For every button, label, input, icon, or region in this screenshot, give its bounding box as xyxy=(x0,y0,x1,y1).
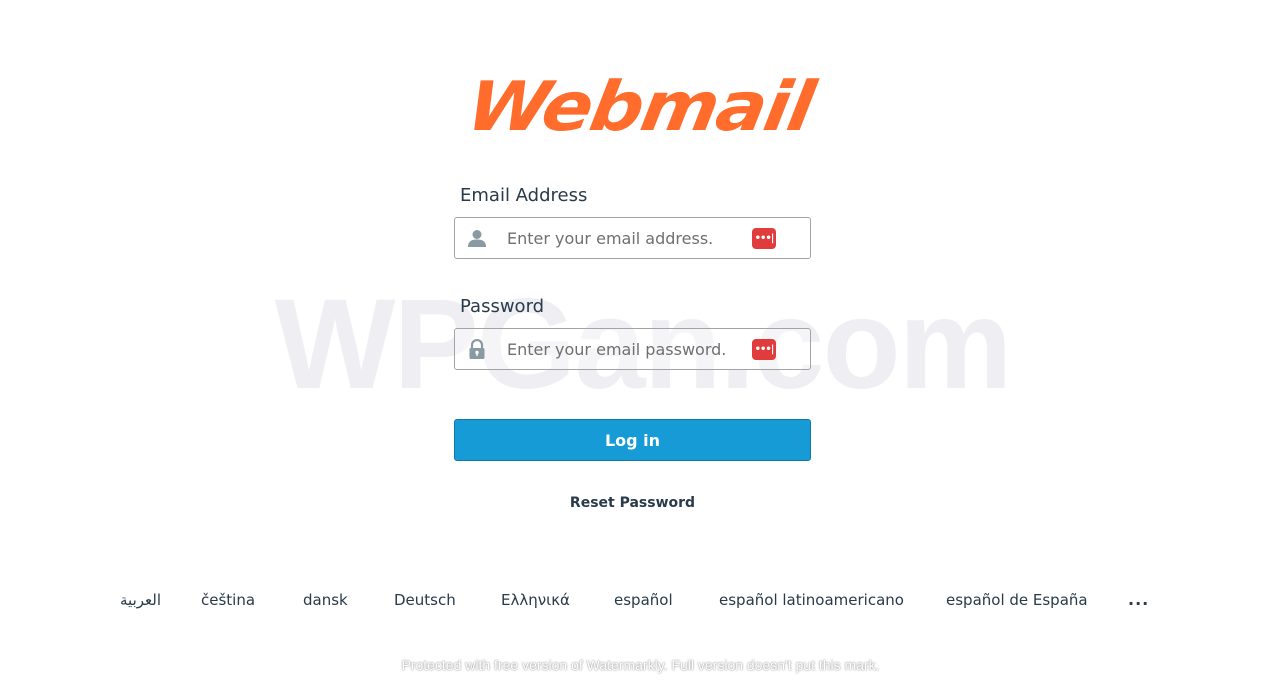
logo-text: Webmail xyxy=(461,67,819,147)
watermark-notice: Protected with free version of Watermark… xyxy=(401,657,880,673)
user-icon xyxy=(468,230,486,247)
login-button[interactable]: Log in xyxy=(454,419,811,461)
locale-item-cs[interactable]: čeština xyxy=(201,588,255,612)
locale-item-de[interactable]: Deutsch xyxy=(394,588,456,612)
locale-item-ar[interactable]: العربية xyxy=(120,588,161,612)
webmail-logo: Webmail xyxy=(440,62,840,152)
login-page: Webmail WPGan.com Email Address •••| Pas… xyxy=(0,0,1281,691)
locale-item-el[interactable]: Ελληνικά xyxy=(501,588,570,612)
locale-list: العربية čeština dansk Deutsch Ελληνικά e… xyxy=(0,588,1281,612)
lock-icon xyxy=(469,339,485,359)
locale-item-es[interactable]: español xyxy=(614,588,673,612)
password-manager-icon[interactable]: •••| xyxy=(752,339,776,360)
locale-item-da[interactable]: dansk xyxy=(303,588,348,612)
email-label: Email Address xyxy=(460,185,588,206)
locale-item-es-419[interactable]: español latinoamericano xyxy=(719,588,904,612)
password-input-group: •••| xyxy=(454,328,811,370)
password-manager-icon[interactable]: •••| xyxy=(752,228,776,249)
reset-password-link[interactable]: Reset Password xyxy=(454,493,811,513)
more-locales-button[interactable]: ... xyxy=(1128,588,1149,612)
login-form: Email Address •••| Password •••| xyxy=(454,185,811,370)
email-input[interactable] xyxy=(497,218,747,258)
password-input[interactable] xyxy=(497,329,747,369)
email-input-group: •••| xyxy=(454,217,811,259)
locale-item-es-es[interactable]: español de España xyxy=(946,588,1088,612)
password-label: Password xyxy=(460,296,545,317)
